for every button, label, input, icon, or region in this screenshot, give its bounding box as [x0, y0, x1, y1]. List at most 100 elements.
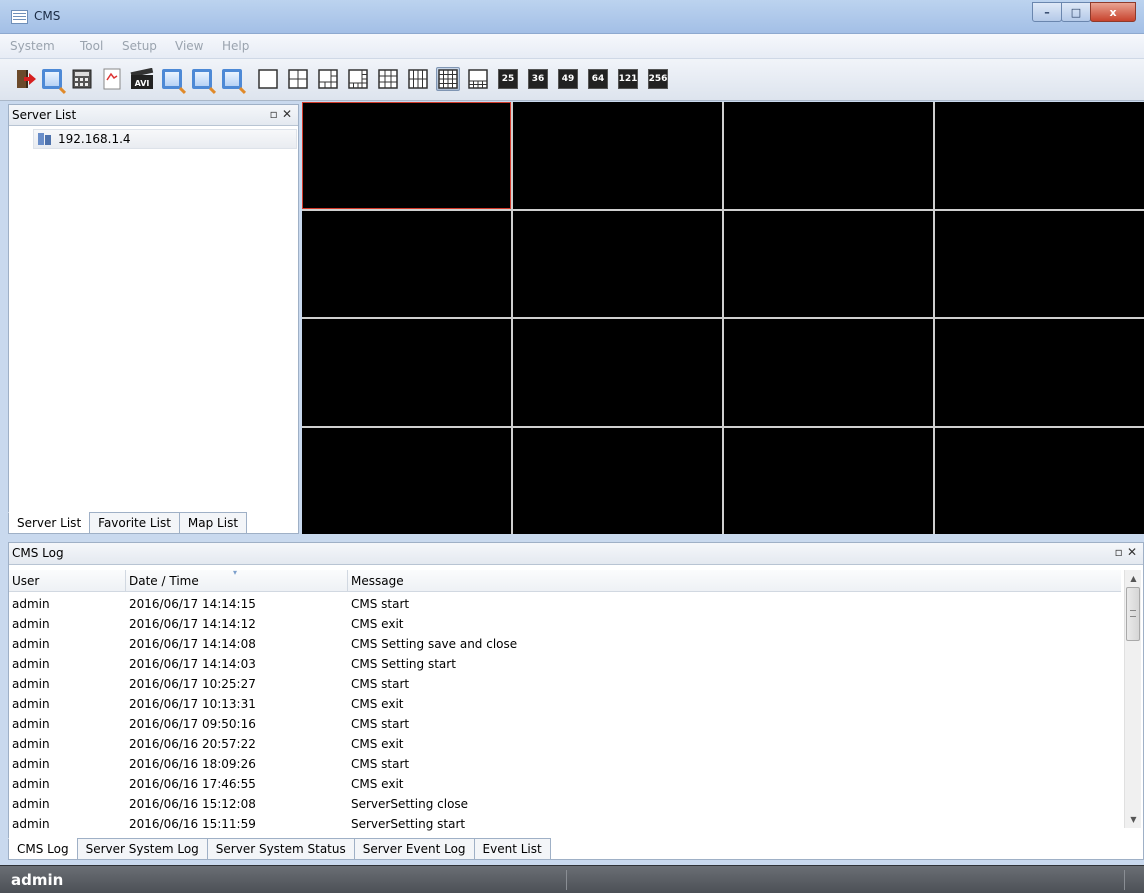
- log-row[interactable]: admin 2016/06/16 20:57:22 CMS exit: [9, 735, 1121, 755]
- status-divider: [566, 870, 567, 890]
- log-message: CMS start: [351, 597, 410, 611]
- column-separator[interactable]: [347, 570, 348, 592]
- minimize-button[interactable]: –: [1032, 2, 1062, 22]
- log-row[interactable]: admin 2016/06/16 18:09:26 CMS start: [9, 755, 1121, 775]
- column-user[interactable]: User: [12, 574, 39, 588]
- tab-cms-log[interactable]: CMS Log: [8, 838, 78, 860]
- float-icon[interactable]: ▫: [270, 107, 278, 121]
- video-cell[interactable]: [513, 210, 722, 317]
- layout-25-button[interactable]: 25: [496, 67, 520, 91]
- layout-1-button[interactable]: [256, 67, 280, 91]
- document-button[interactable]: [100, 67, 124, 91]
- close-button[interactable]: x: [1090, 2, 1136, 22]
- server-list-header: Server List ▫ ✕: [9, 105, 298, 126]
- float-icon[interactable]: ▫: [1115, 545, 1123, 559]
- menu-system[interactable]: System: [10, 39, 55, 53]
- close-icon[interactable]: ✕: [282, 107, 292, 121]
- video-cell[interactable]: [302, 319, 511, 426]
- tab-favorite-list[interactable]: Favorite List: [89, 512, 180, 534]
- scroll-down-icon[interactable]: ▼: [1125, 811, 1142, 828]
- video-cell[interactable]: [302, 102, 511, 209]
- tab-event-list[interactable]: Event List: [473, 838, 551, 860]
- video-cell[interactable]: [302, 427, 511, 534]
- log-row[interactable]: admin 2016/06/17 09:50:16 CMS start: [9, 715, 1121, 735]
- menu-view[interactable]: View: [175, 39, 203, 53]
- server-address: 192.168.1.4: [58, 132, 131, 146]
- search-icon: [162, 69, 182, 89]
- layout-4-button[interactable]: [286, 67, 310, 91]
- search-button-2[interactable]: [160, 67, 184, 91]
- app-icon: [11, 10, 28, 24]
- video-cell[interactable]: [513, 319, 722, 426]
- video-cell[interactable]: [935, 427, 1144, 534]
- layout-9-button[interactable]: [376, 67, 400, 91]
- exit-button[interactable]: [14, 67, 38, 91]
- tab-server-system-status[interactable]: Server System Status: [206, 838, 355, 860]
- log-row[interactable]: admin 2016/06/16 17:46:55 CMS exit: [9, 775, 1121, 795]
- column-separator[interactable]: [125, 570, 126, 592]
- log-row[interactable]: admin 2016/06/16 15:12:08 ServerSetting cl…: [9, 795, 1121, 815]
- layout-6-button[interactable]: [316, 67, 340, 91]
- log-message: CMS exit: [351, 737, 404, 751]
- layout-10-button[interactable]: [406, 67, 430, 91]
- video-cell[interactable]: [724, 102, 933, 209]
- menu-tool[interactable]: Tool: [80, 39, 103, 53]
- log-row[interactable]: admin 2016/06/17 14:14:03 CMS Setting star…: [9, 655, 1121, 675]
- log-user: admin: [12, 717, 50, 731]
- layout-49-button[interactable]: 49: [556, 67, 580, 91]
- log-row[interactable]: admin 2016/06/16 15:11:59 ServerSetting st…: [9, 815, 1121, 835]
- video-cell[interactable]: [935, 210, 1144, 317]
- scroll-up-icon[interactable]: ▲: [1125, 570, 1142, 587]
- log-message: CMS exit: [351, 697, 404, 711]
- column-datetime[interactable]: Date / Time: [129, 574, 199, 588]
- search-button[interactable]: [40, 67, 64, 91]
- log-row[interactable]: admin 2016/06/17 14:14:15 CMS start: [9, 595, 1121, 615]
- log-scrollbar[interactable]: ▲ ▼: [1124, 570, 1141, 828]
- tab-map-list[interactable]: Map List: [178, 512, 248, 534]
- server-list-tabs: Server List Favorite List Map List: [8, 512, 248, 534]
- tab-server-event-log[interactable]: Server Event Log: [353, 838, 475, 860]
- video-cell[interactable]: [724, 319, 933, 426]
- log-tabs: CMS Log Server System Log Server System …: [8, 838, 551, 860]
- column-message[interactable]: Message: [351, 574, 404, 588]
- log-user: admin: [12, 697, 50, 711]
- video-cell[interactable]: [724, 210, 933, 317]
- video-cells: [302, 102, 1144, 534]
- server-tree-item[interactable]: 192.168.1.4: [33, 129, 297, 149]
- calculator-icon: [72, 69, 92, 89]
- tab-server-list[interactable]: Server List: [8, 512, 91, 534]
- video-cell[interactable]: [513, 102, 722, 209]
- layout-64-button[interactable]: 64: [586, 67, 610, 91]
- log-row[interactable]: admin 2016/06/17 14:14:12 CMS exit: [9, 615, 1121, 635]
- close-icon[interactable]: ✕: [1127, 545, 1137, 559]
- layout-256-button[interactable]: 256: [646, 67, 670, 91]
- video-cell[interactable]: [935, 319, 1144, 426]
- maximize-button[interactable]: □: [1061, 2, 1091, 22]
- layout-121-button[interactable]: 121: [616, 67, 640, 91]
- layout-13-button[interactable]: [466, 67, 490, 91]
- video-cell[interactable]: [513, 427, 722, 534]
- video-cell[interactable]: [724, 427, 933, 534]
- layout-36-icon: 36: [528, 69, 548, 89]
- layout-36-button[interactable]: 36: [526, 67, 550, 91]
- layout-1-icon: [258, 69, 278, 89]
- search-button-4[interactable]: [220, 67, 244, 91]
- search-button-3[interactable]: [190, 67, 214, 91]
- layout-10-icon: [408, 69, 428, 89]
- avi-export-button[interactable]: AVI: [130, 67, 154, 91]
- video-cell[interactable]: [302, 210, 511, 317]
- calculator-button[interactable]: [70, 67, 94, 91]
- menu-help[interactable]: Help: [222, 39, 249, 53]
- log-row[interactable]: admin 2016/06/17 10:13:31 CMS exit: [9, 695, 1121, 715]
- log-row[interactable]: admin 2016/06/17 14:14:08 CMS Setting save…: [9, 635, 1121, 655]
- video-cell[interactable]: [935, 102, 1144, 209]
- menu-setup[interactable]: Setup: [122, 39, 157, 53]
- scroll-thumb[interactable]: [1126, 587, 1140, 641]
- layout-64-icon: 64: [588, 69, 608, 89]
- log-row[interactable]: admin 2016/06/17 10:25:27 CMS start: [9, 675, 1121, 695]
- layout-16-button[interactable]: [436, 67, 460, 91]
- tab-server-system-log[interactable]: Server System Log: [76, 838, 208, 860]
- layout-25-icon: 25: [498, 69, 518, 89]
- cms-log-pane: CMS Log ▫ ✕ User Date / Time ▾ Message a…: [8, 542, 1144, 860]
- layout-8-button[interactable]: [346, 67, 370, 91]
